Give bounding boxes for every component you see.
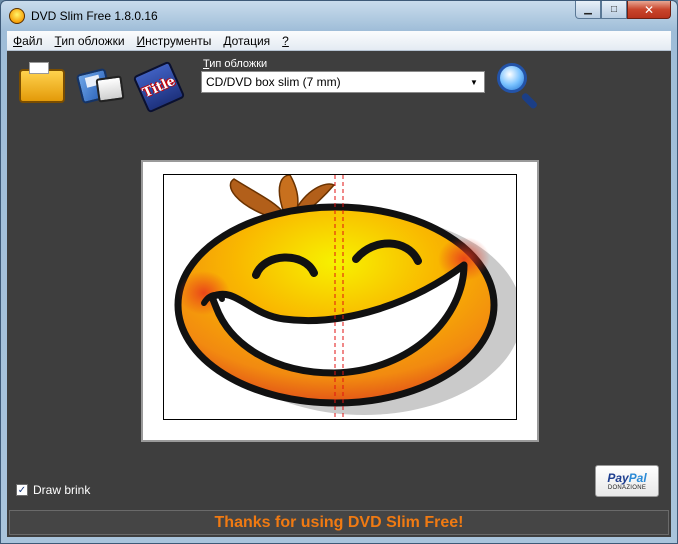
- menu-tools-accel: И: [136, 33, 146, 48]
- menu-donation-label: отация: [231, 33, 271, 48]
- menu-file-accel: Ф: [13, 33, 23, 48]
- title-bar[interactable]: DVD Slim Free 1.8.0.16 ▁ □ ✕: [1, 1, 677, 31]
- menu-tools-label: нструменты: [145, 33, 212, 48]
- paypal-logo: PayPal: [607, 471, 646, 485]
- close-button[interactable]: ✕: [627, 1, 671, 19]
- paypal-logo-pal: Pal: [628, 471, 647, 485]
- app-smiley-icon: [9, 8, 25, 24]
- magnifier-lens: [497, 63, 527, 93]
- save-icon[interactable]: [75, 67, 125, 105]
- cover-preview-frame: [141, 160, 539, 442]
- smiley-face-image: [174, 175, 516, 419]
- open-folder-icon[interactable]: [19, 62, 65, 103]
- menu-cover-type-label: ип обложки: [61, 33, 125, 48]
- menu-help[interactable]: ?: [276, 34, 295, 48]
- cover-preview-canvas[interactable]: [163, 174, 517, 420]
- paypal-donate-label: DONAZIONE: [607, 485, 647, 491]
- title-text-icon[interactable]: Title: [132, 60, 186, 114]
- cover-type-select[interactable]: CD/DVD box slim (7 mm) ▼: [201, 71, 485, 93]
- status-message: Thanks for using DVD Slim Free!: [214, 513, 464, 531]
- window-controls: ▁ □ ✕: [575, 1, 671, 21]
- cover-type-label: Тип обложки: [203, 58, 267, 70]
- maximize-button[interactable]: □: [601, 1, 627, 19]
- chevron-down-icon[interactable]: ▼: [467, 75, 481, 89]
- menu-help-accel: ?: [282, 33, 289, 48]
- window-title: DVD Slim Free 1.8.0.16: [31, 9, 158, 23]
- minimize-button[interactable]: ▁: [575, 1, 601, 19]
- paper-sheet-icon: [95, 75, 125, 103]
- draw-brink-label: Draw brink: [33, 483, 91, 497]
- draw-brink-checkbox[interactable]: ✓: [16, 484, 28, 496]
- title-icon-text: Title: [140, 73, 178, 101]
- client-area: Title Тип обложки CD/DVD box slim (7 mm)…: [7, 51, 671, 537]
- menu-file[interactable]: Файл: [7, 34, 49, 48]
- paypal-logo-pay: Pay: [607, 471, 629, 485]
- status-bar: Thanks for using DVD Slim Free!: [9, 510, 669, 535]
- menu-donation-accel: Д: [223, 33, 232, 48]
- draw-brink-option[interactable]: ✓ Draw brink: [16, 483, 90, 497]
- magnifier-handle: [520, 92, 539, 110]
- menu-tools[interactable]: Инструменты: [131, 34, 218, 48]
- app-window: DVD Slim Free 1.8.0.16 ▁ □ ✕ Файл Тип об…: [0, 0, 678, 544]
- paypal-donate-button[interactable]: PayPal DONAZIONE: [595, 465, 659, 497]
- cover-type-value: CD/DVD box slim (7 mm): [206, 75, 341, 89]
- menu-cover-type[interactable]: Тип обложки: [49, 34, 131, 48]
- menu-bar: Файл Тип обложки Инструменты Дотация ?: [7, 31, 671, 51]
- menu-donation[interactable]: Дотация: [217, 34, 276, 48]
- cover-type-label-text: ип обложки: [209, 58, 268, 70]
- menu-file-label: айл: [22, 33, 43, 48]
- zoom-magnifier-icon[interactable]: [495, 61, 543, 110]
